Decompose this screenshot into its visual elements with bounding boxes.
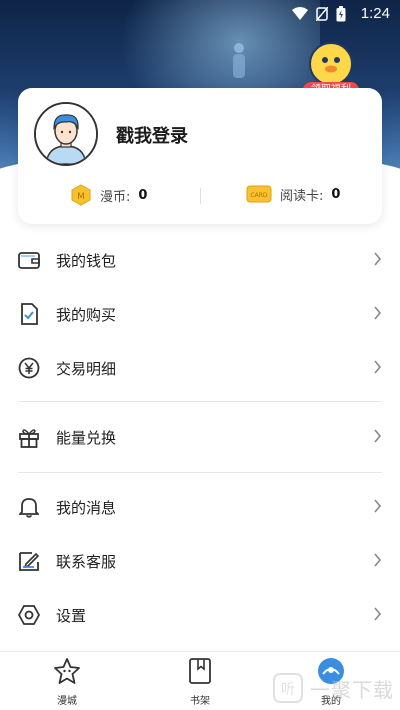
reading-card-value: 0 <box>331 186 341 202</box>
chevron-right-icon <box>374 429 382 443</box>
reading-card-label: 阅读卡: <box>280 188 324 204</box>
wallet-icon <box>18 249 40 271</box>
svg-text:听: 听 <box>281 682 295 698</box>
no-sim-icon <box>316 7 328 21</box>
menu-label-messages: 我的消息 <box>56 498 117 517</box>
menu-item-wallet[interactable]: 我的钱包 <box>0 233 400 287</box>
menu-label-customer-service: 联系客服 <box>56 552 117 571</box>
yen-icon <box>18 357 40 379</box>
tab-home[interactable]: 漫城 <box>37 656 97 707</box>
purchase-icon <box>18 303 40 325</box>
avatar[interactable] <box>34 102 98 166</box>
watermark-logo-icon: 听 <box>273 673 303 703</box>
status-bar: 1:24 <box>0 0 400 30</box>
profile-card: 戳我登录 M 漫币: 0 CARD 阅读卡: 0 <box>18 88 382 224</box>
menu-label-purchases: 我的购买 <box>56 305 117 324</box>
menu-item-transactions[interactable]: 交易明细 <box>0 341 400 395</box>
mascot-avatar <box>309 42 353 86</box>
watermark: 听 一聚下载 <box>272 672 394 704</box>
menu-group-support: 我的消息 联系客服 设置 <box>0 480 400 642</box>
card-badge-text: CARD <box>250 192 267 199</box>
tab-label-bookshelf: 书架 <box>190 696 210 707</box>
stat-divider <box>200 188 201 204</box>
menu-item-messages[interactable]: 我的消息 <box>0 480 400 534</box>
menu-group-energy: 能量兑换 <box>0 410 400 464</box>
menu-divider <box>18 401 382 402</box>
chevron-right-icon <box>374 306 382 320</box>
banner-figure <box>233 43 245 78</box>
coin-badge-text: M <box>77 192 85 202</box>
menu-label-energy-exchange: 能量兑换 <box>56 428 117 447</box>
watermark-text: 一聚下载 <box>310 677 394 702</box>
star-home-icon <box>54 658 80 684</box>
chevron-right-icon <box>374 360 382 374</box>
chevron-right-icon <box>374 553 382 567</box>
battery-icon <box>336 6 346 22</box>
coin-label: 漫币: <box>100 189 131 205</box>
menu-group-account: 我的钱包 我的购买 交易明细 <box>0 233 400 395</box>
menu-item-settings[interactable]: 设置 <box>0 588 400 642</box>
chevron-right-icon <box>374 499 382 513</box>
menu-label-wallet: 我的钱包 <box>56 251 117 270</box>
menu-divider <box>18 472 382 473</box>
chevron-right-icon <box>374 252 382 266</box>
coin-value: 0 <box>138 187 148 203</box>
bell-icon <box>18 496 40 518</box>
settings-icon <box>18 604 40 626</box>
status-time: 1:24 <box>360 5 390 22</box>
menu-item-purchases[interactable]: 我的购买 <box>0 287 400 341</box>
menu-item-customer-service[interactable]: 联系客服 <box>0 534 400 588</box>
menu-label-transactions: 交易明细 <box>56 359 117 378</box>
coin-icon: M <box>71 184 91 206</box>
coin-balance[interactable]: M 漫币: 0 <box>70 184 147 206</box>
chevron-right-icon <box>374 607 382 621</box>
tab-label-home: 漫城 <box>57 696 77 707</box>
tab-bookshelf[interactable]: 书架 <box>170 656 230 707</box>
bookshelf-icon <box>189 658 211 684</box>
menu-label-settings: 设置 <box>56 606 87 625</box>
reading-card-balance[interactable]: CARD 阅读卡: 0 <box>246 184 340 204</box>
menu-item-energy-exchange[interactable]: 能量兑换 <box>0 410 400 464</box>
wifi-icon <box>292 7 308 20</box>
login-prompt[interactable]: 戳我登录 <box>116 122 188 148</box>
gift-icon <box>18 426 40 448</box>
service-icon <box>18 550 40 572</box>
reading-card-icon: CARD <box>246 185 272 203</box>
